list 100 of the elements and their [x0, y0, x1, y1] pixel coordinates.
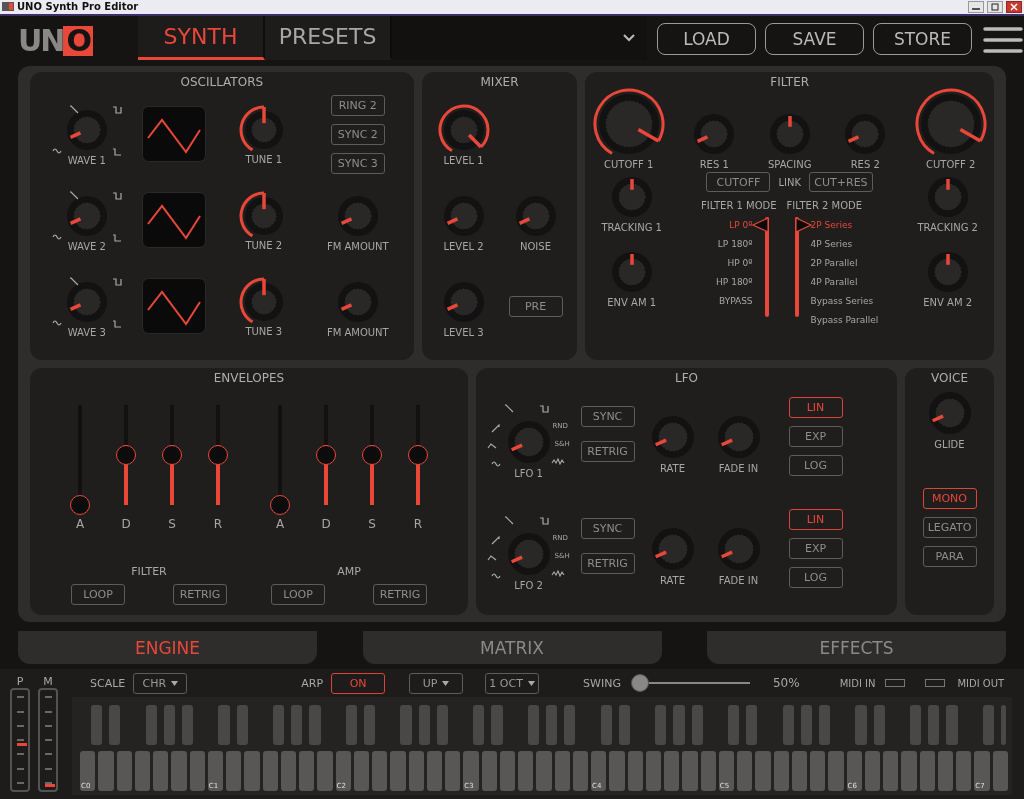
natural-key[interactable]	[280, 751, 296, 791]
natural-key[interactable]	[937, 751, 953, 791]
natural-key[interactable]	[883, 751, 899, 791]
natural-key[interactable]	[919, 751, 935, 791]
mode-option[interactable]: 4P Series	[810, 236, 879, 256]
slider-thumb[interactable]	[362, 445, 382, 466]
sharp-key[interactable]	[600, 705, 612, 746]
natural-key[interactable]	[645, 751, 661, 791]
sharp-key[interactable]	[109, 705, 121, 746]
natural-key[interactable]	[372, 751, 388, 791]
page-tab[interactable]: ENGINE	[18, 631, 317, 665]
toggle-button[interactable]: RETRIG	[580, 441, 635, 463]
arp-toggle[interactable]: ON	[331, 672, 386, 694]
natural-key[interactable]	[116, 751, 132, 791]
sharp-key[interactable]	[145, 705, 157, 746]
natural-key[interactable]	[226, 751, 242, 791]
page-tab[interactable]: MATRIX	[362, 631, 662, 665]
menu-icon[interactable]	[983, 25, 1023, 54]
sharp-key[interactable]	[364, 705, 376, 746]
slider-thumb[interactable]	[162, 445, 182, 466]
sharp-key[interactable]	[782, 705, 794, 746]
sharp-key[interactable]	[873, 705, 885, 746]
sharp-key[interactable]	[418, 705, 430, 746]
natural-key[interactable]	[737, 751, 753, 791]
sharp-key[interactable]	[491, 705, 503, 746]
sharp-key[interactable]	[527, 705, 539, 746]
sharp-key[interactable]	[473, 705, 485, 746]
natural-key[interactable]	[153, 751, 169, 791]
natural-key[interactable]	[518, 751, 534, 791]
toggle-button[interactable]: LOOP	[271, 584, 325, 606]
curve-button[interactable]: EXP	[788, 537, 843, 559]
octave-select[interactable]: 1 OCT	[485, 672, 540, 694]
slider-thumb[interactable]	[70, 495, 90, 516]
natural-key[interactable]	[299, 751, 315, 791]
sharp-key[interactable]	[564, 705, 576, 746]
sharp-key[interactable]	[218, 705, 230, 746]
sharp-key[interactable]	[727, 705, 740, 746]
natural-key[interactable]	[664, 751, 680, 791]
natural-key[interactable]	[572, 751, 588, 791]
sharp-key[interactable]	[291, 705, 303, 746]
sharp-key[interactable]	[236, 705, 248, 746]
mode-pointer[interactable]	[751, 217, 770, 234]
sharp-key[interactable]	[818, 705, 831, 746]
mode-option[interactable]: BYPASS	[718, 293, 753, 313]
natural-key[interactable]	[992, 751, 1008, 791]
voice-mode-button[interactable]: LEGATO	[922, 517, 977, 539]
minimize-button[interactable]	[968, 0, 984, 13]
natural-key[interactable]	[810, 751, 826, 791]
toggle-button[interactable]: SYNC 3	[330, 152, 385, 174]
wheel-meter[interactable]	[10, 688, 30, 793]
slider-thumb[interactable]	[270, 495, 290, 516]
toggle-button[interactable]: CUTOFF	[706, 172, 771, 193]
natural-key[interactable]	[262, 751, 278, 791]
mode-option[interactable]: 2P Parallel	[810, 255, 879, 275]
sharp-key[interactable]	[928, 705, 940, 746]
natural-key[interactable]	[445, 751, 461, 791]
header-button[interactable]: LOAD	[657, 22, 756, 55]
natural-key[interactable]	[791, 751, 807, 791]
sharp-key[interactable]	[1000, 705, 1006, 746]
header-tab[interactable]: PRESETS	[265, 15, 392, 61]
header-button[interactable]: STORE	[873, 22, 972, 55]
natural-key[interactable]	[700, 751, 716, 791]
voice-mode-button[interactable]: PARA	[922, 546, 977, 568]
sharp-key[interactable]	[91, 705, 103, 746]
toggle-button[interactable]: SYNC	[580, 406, 635, 428]
sharp-key[interactable]	[800, 705, 812, 746]
mode-option[interactable]: LP 0º	[729, 217, 753, 237]
sharp-key[interactable]	[982, 705, 994, 746]
sharp-key[interactable]	[946, 705, 958, 746]
header-button[interactable]: SAVE	[765, 22, 864, 55]
mode-pointer[interactable]	[793, 217, 812, 234]
mode-option[interactable]: LP 180º	[717, 236, 753, 256]
sharp-key[interactable]	[182, 705, 194, 746]
natural-key[interactable]	[426, 751, 442, 791]
natural-key[interactable]	[864, 751, 880, 791]
toggle-button[interactable]: RETRIG	[373, 584, 427, 606]
natural-key[interactable]	[481, 751, 497, 791]
natural-key[interactable]	[134, 751, 150, 791]
curve-button[interactable]: LOG	[788, 454, 843, 476]
header-tab[interactable]: SYNTH	[138, 15, 265, 61]
sharp-key[interactable]	[273, 705, 285, 746]
mode-option[interactable]: HP 0º	[727, 255, 753, 275]
sharp-key[interactable]	[909, 705, 922, 746]
wheel-meter[interactable]	[38, 688, 58, 793]
sharp-key[interactable]	[309, 705, 321, 746]
scale-select[interactable]: CHR	[133, 672, 188, 694]
slider-thumb[interactable]	[116, 445, 136, 466]
natural-key[interactable]	[189, 751, 205, 791]
sharp-key[interactable]	[746, 705, 758, 746]
sharp-key[interactable]	[345, 705, 358, 746]
slider-thumb[interactable]	[208, 445, 228, 466]
toggle-button[interactable]: SYNC	[580, 518, 635, 540]
toggle-button[interactable]: RETRIG	[173, 584, 227, 606]
natural-key[interactable]	[554, 751, 570, 791]
sharp-key[interactable]	[618, 705, 630, 746]
curve-button[interactable]: LIN	[788, 396, 843, 418]
toggle-button[interactable]: LOOP	[71, 584, 125, 606]
toggle-button[interactable]: PRE	[508, 295, 563, 317]
curve-button[interactable]: EXP	[788, 425, 843, 447]
mode-option[interactable]: Bypass Parallel	[810, 312, 879, 332]
